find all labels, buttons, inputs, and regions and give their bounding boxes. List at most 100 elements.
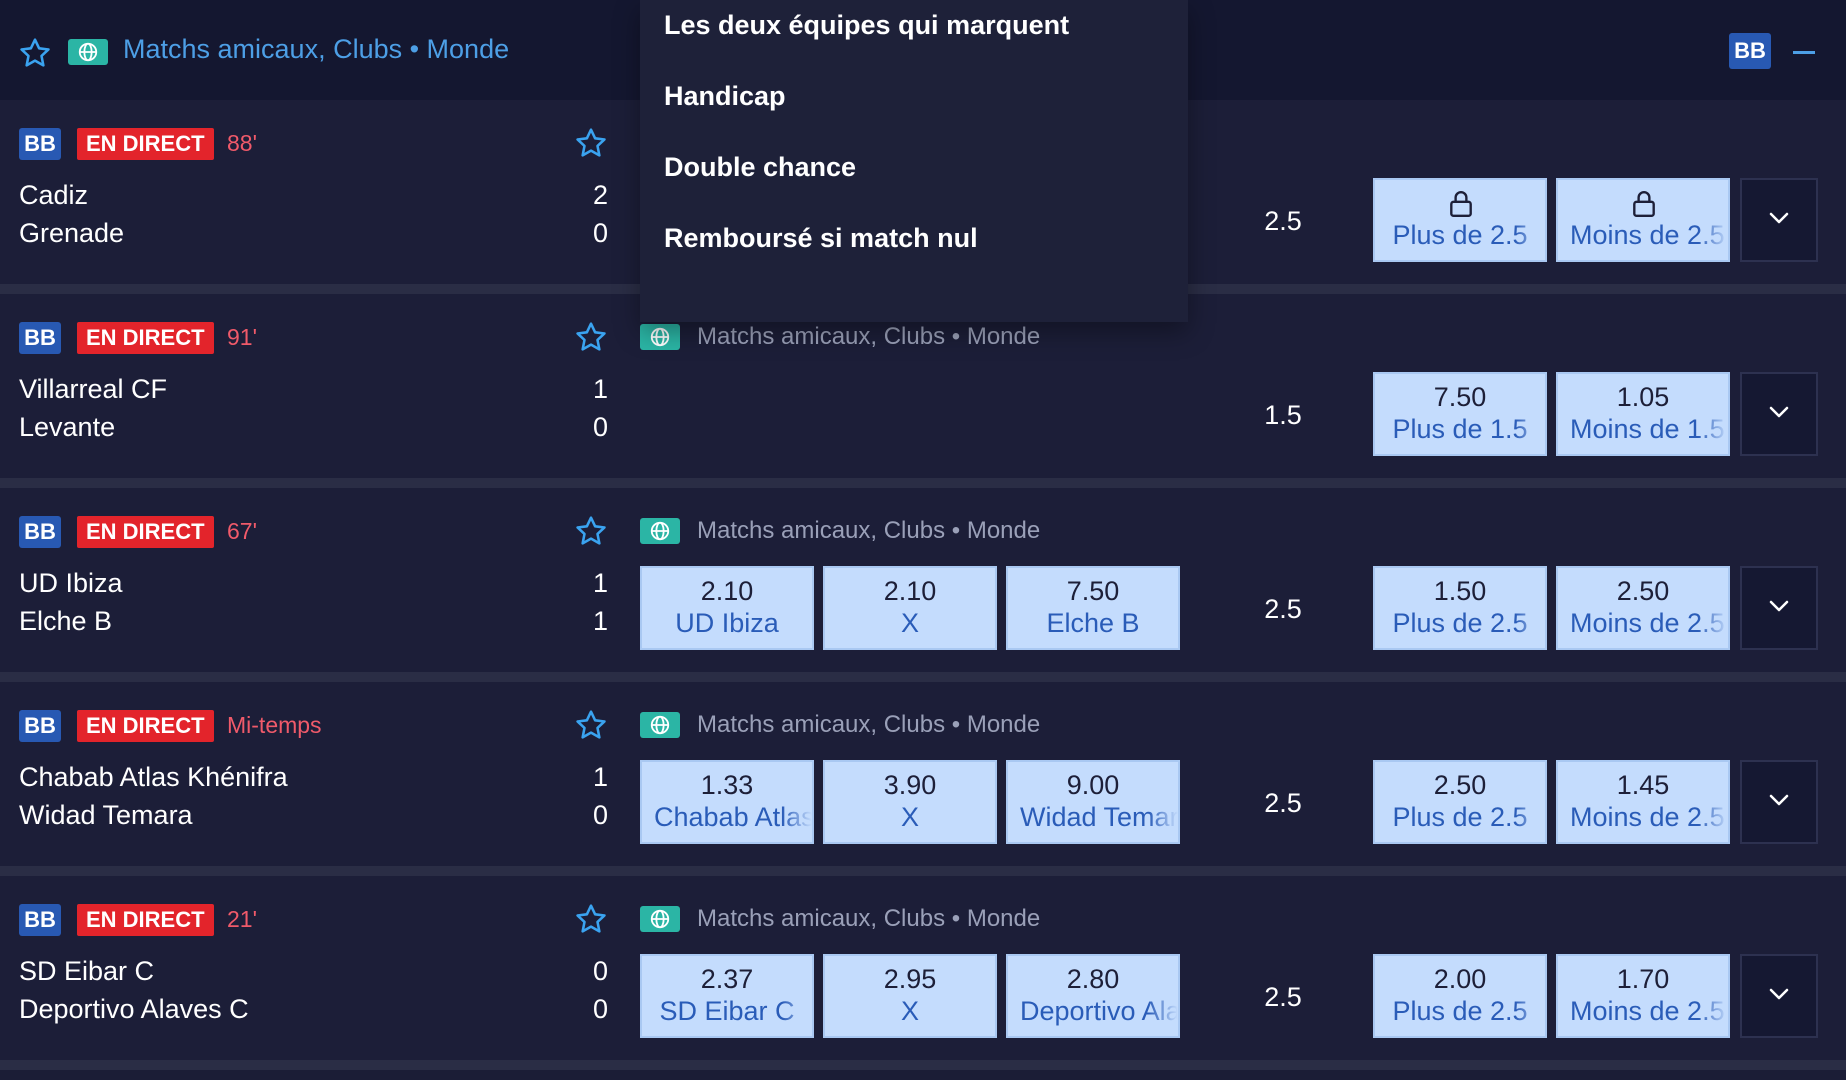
score-home: 2 xyxy=(592,180,608,210)
odd-home-button[interactable]: 1.33Chabab Atlas Khénifra xyxy=(640,760,814,844)
odd-label-fade xyxy=(1698,374,1728,454)
score-away: 0 xyxy=(592,994,608,1024)
chevron-down-icon xyxy=(1768,793,1790,812)
star-icon[interactable] xyxy=(574,514,608,548)
score-home: 0 xyxy=(592,956,608,986)
match-league[interactable]: Matchs amicaux, Clubs • Monde xyxy=(640,904,1040,934)
odd-draw-button[interactable]: 2.10 X xyxy=(823,566,997,650)
odd-label-fade xyxy=(1515,180,1545,260)
under-button[interactable]: 1.70 Moins de 2.5 xyxy=(1556,954,1730,1038)
live-badge: EN DIRECT xyxy=(77,322,214,354)
over-button[interactable]: 7.50 Plus de 1.5 xyxy=(1373,372,1547,456)
dropdown-item-double-chance[interactable]: Double chance xyxy=(664,152,856,183)
total-line: 1.5 xyxy=(1264,400,1302,430)
expand-button[interactable] xyxy=(1740,372,1818,456)
team-away[interactable]: Widad Temara xyxy=(19,800,193,831)
globe-icon xyxy=(640,906,680,932)
bb-badge: BB xyxy=(1729,33,1771,69)
lock-icon xyxy=(1448,190,1474,223)
match-league[interactable]: Matchs amicaux, Clubs • Monde xyxy=(640,516,1040,546)
expand-button[interactable] xyxy=(1740,178,1818,262)
odd-home-button[interactable]: 2.10 UD Ibiza xyxy=(640,566,814,650)
odd-label-fade xyxy=(965,762,995,842)
odd-label-fade xyxy=(1148,568,1178,648)
live-badge: EN DIRECT xyxy=(77,710,214,742)
chevron-down-icon xyxy=(1768,405,1790,424)
market-dropdown: Les deux équipes qui marquent Handicap D… xyxy=(640,0,1188,322)
chevron-down-icon xyxy=(1768,211,1790,230)
score-home: 1 xyxy=(592,762,608,792)
row-divider xyxy=(0,866,1846,876)
row-divider xyxy=(0,1060,1846,1070)
expand-button[interactable] xyxy=(1740,566,1818,650)
team-home[interactable]: Villarreal CF xyxy=(19,374,167,405)
star-icon[interactable] xyxy=(574,902,608,936)
odd-away-button[interactable]: 7.50 Elche B xyxy=(1006,566,1180,650)
total-line: 2.5 xyxy=(1264,594,1302,624)
odd-label-fade xyxy=(1698,762,1728,842)
team-away[interactable]: Elche B xyxy=(19,606,112,637)
dropdown-item-draw-no-bet[interactable]: Remboursé si match nul xyxy=(664,223,978,254)
league-name: Matchs amicaux, Clubs • Monde xyxy=(697,323,1041,350)
match-minute: Mi-temps xyxy=(227,712,322,738)
star-icon[interactable] xyxy=(574,126,608,160)
over-button[interactable]: Plus de 2.5 xyxy=(1373,178,1547,262)
under-button[interactable]: 1.05 Moins de 1.5 xyxy=(1556,372,1730,456)
team-home[interactable]: SD Eibar C xyxy=(19,956,154,987)
team-home[interactable]: Chabab Atlas Khénifra xyxy=(19,762,288,793)
minus-icon[interactable] xyxy=(1793,51,1815,54)
star-icon[interactable] xyxy=(18,36,52,70)
league-name: Matchs amicaux, Clubs • Monde xyxy=(697,711,1041,738)
score-away: 0 xyxy=(592,412,608,442)
over-button[interactable]: 2.50 Plus de 2.5 xyxy=(1373,760,1547,844)
expand-button[interactable] xyxy=(1740,760,1818,844)
under-button[interactable]: Moins de 2.5 xyxy=(1556,178,1730,262)
odd-away-button[interactable]: 9.00 Widad Temara xyxy=(1006,760,1180,844)
odd-label-fade xyxy=(1515,956,1545,1036)
bb-badge: BB xyxy=(19,710,61,742)
live-badge: EN DIRECT xyxy=(77,904,214,936)
team-away[interactable]: Grenade xyxy=(19,218,124,249)
expand-button[interactable] xyxy=(1740,954,1818,1038)
bb-badge: BB xyxy=(19,904,61,936)
odd-label-fade xyxy=(1515,374,1545,454)
star-icon[interactable] xyxy=(574,708,608,742)
league-title[interactable]: Matchs amicaux, Clubs • Monde xyxy=(123,34,509,65)
odd-label-fade xyxy=(1515,568,1545,648)
dropdown-item-handicap[interactable]: Handicap xyxy=(664,81,786,112)
team-away[interactable]: Levante xyxy=(19,412,115,443)
bb-badge: BB xyxy=(19,516,61,548)
match-minute: 67' xyxy=(227,518,257,544)
odd-draw-button[interactable]: 3.90 X xyxy=(823,760,997,844)
odd-away-button[interactable]: 2.80Deportivo Alaves C xyxy=(1006,954,1180,1038)
under-button[interactable]: 1.45 Moins de 2.5 xyxy=(1556,760,1730,844)
league-name: Matchs amicaux, Clubs • Monde xyxy=(697,517,1041,544)
live-badge: EN DIRECT xyxy=(77,128,214,160)
live-badge: EN DIRECT xyxy=(77,516,214,548)
over-button[interactable]: 1.50 Plus de 2.5 xyxy=(1373,566,1547,650)
odd-draw-button[interactable]: 2.95 X xyxy=(823,954,997,1038)
team-home[interactable]: Cadiz xyxy=(19,180,88,211)
match-minute: 88' xyxy=(227,130,257,156)
under-button[interactable]: 2.50 Moins de 2.5 xyxy=(1556,566,1730,650)
dropdown-item-btts[interactable]: Les deux équipes qui marquent xyxy=(664,10,1069,41)
total-line: 2.5 xyxy=(1264,788,1302,818)
odd-home-button[interactable]: 2.37 SD Eibar C xyxy=(640,954,814,1038)
score-away: 0 xyxy=(592,218,608,248)
team-home[interactable]: UD Ibiza xyxy=(19,568,123,599)
star-icon[interactable] xyxy=(574,320,608,354)
match-league[interactable]: Matchs amicaux, Clubs • Monde xyxy=(640,322,1040,352)
score-away: 0 xyxy=(592,800,608,830)
row-divider xyxy=(0,672,1846,682)
odd-label-fade xyxy=(782,568,812,648)
odd-label-fade xyxy=(965,568,995,648)
team-away[interactable]: Deportivo Alaves C xyxy=(19,994,249,1025)
match-league[interactable]: Matchs amicaux, Clubs • Monde xyxy=(640,710,1040,740)
globe-icon xyxy=(640,518,680,544)
bb-badge: BB xyxy=(19,128,61,160)
odd-label-fade xyxy=(782,956,812,1036)
over-button[interactable]: 2.00 Plus de 2.5 xyxy=(1373,954,1547,1038)
lock-icon xyxy=(1631,190,1657,223)
chevron-down-icon xyxy=(1768,987,1790,1006)
globe-icon xyxy=(68,39,108,65)
